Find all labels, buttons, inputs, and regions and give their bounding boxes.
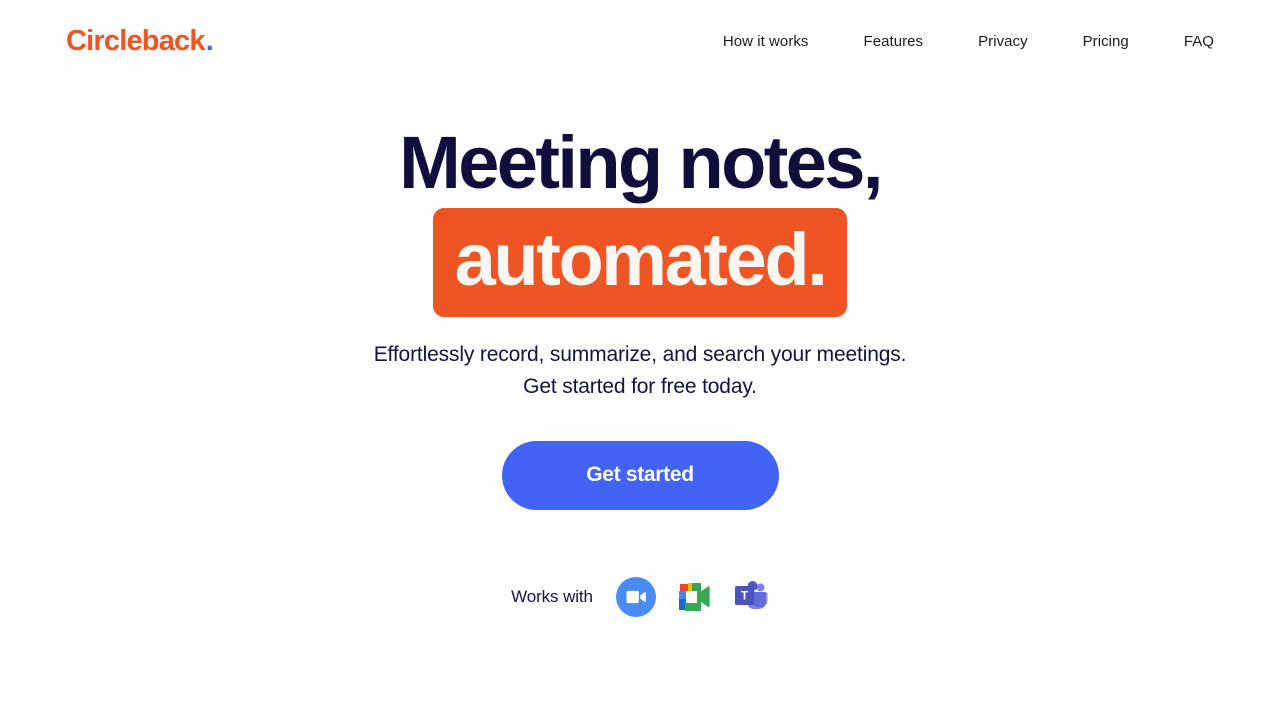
nav-item-pricing[interactable]: Pricing <box>1083 27 1129 56</box>
nav-item-faq[interactable]: FAQ <box>1184 27 1214 56</box>
nav-item-how-it-works[interactable]: How it works <box>723 27 809 56</box>
brand-logo-text: Circleback <box>66 24 206 57</box>
main-navigation: How it works Features Privacy Pricing FA… <box>723 27 1214 56</box>
google-meet-icon[interactable] <box>675 579 715 615</box>
brand-logo-dot: . <box>205 24 214 57</box>
svg-text:T: T <box>741 588 749 602</box>
headline-line-1: Meeting notes, <box>399 121 883 204</box>
hero-section: Meeting notes, automated. Effortlessly r… <box>0 118 1280 618</box>
zoom-icon[interactable] <box>615 576 657 618</box>
subtitle-line-1: Effortlessly record, summarize, and sear… <box>373 342 907 366</box>
page-title: Meeting notes, automated. <box>0 118 1280 317</box>
microsoft-teams-icon[interactable]: T <box>733 580 769 614</box>
integration-icon-list: T <box>615 576 769 618</box>
get-started-button[interactable]: Get started <box>501 440 779 510</box>
works-with-label: Works with <box>511 586 593 606</box>
site-header: Circleback. How it works Features Privac… <box>0 0 1280 82</box>
subtitle-line-2: Get started for free today. <box>523 374 757 398</box>
headline-highlight: automated. <box>432 208 848 317</box>
nav-item-features[interactable]: Features <box>863 27 923 56</box>
brand-logo[interactable]: Circleback. <box>66 24 214 57</box>
integrations-section: Works with T <box>0 576 1280 618</box>
headline-line-2: automated. <box>0 208 1280 317</box>
cta-container: Get started <box>0 440 1280 510</box>
landing-page: Circleback. How it works Features Privac… <box>0 0 1280 720</box>
nav-item-privacy[interactable]: Privacy <box>978 27 1028 56</box>
hero-subtitle: Effortlessly record, summarize, and sear… <box>0 339 1280 403</box>
